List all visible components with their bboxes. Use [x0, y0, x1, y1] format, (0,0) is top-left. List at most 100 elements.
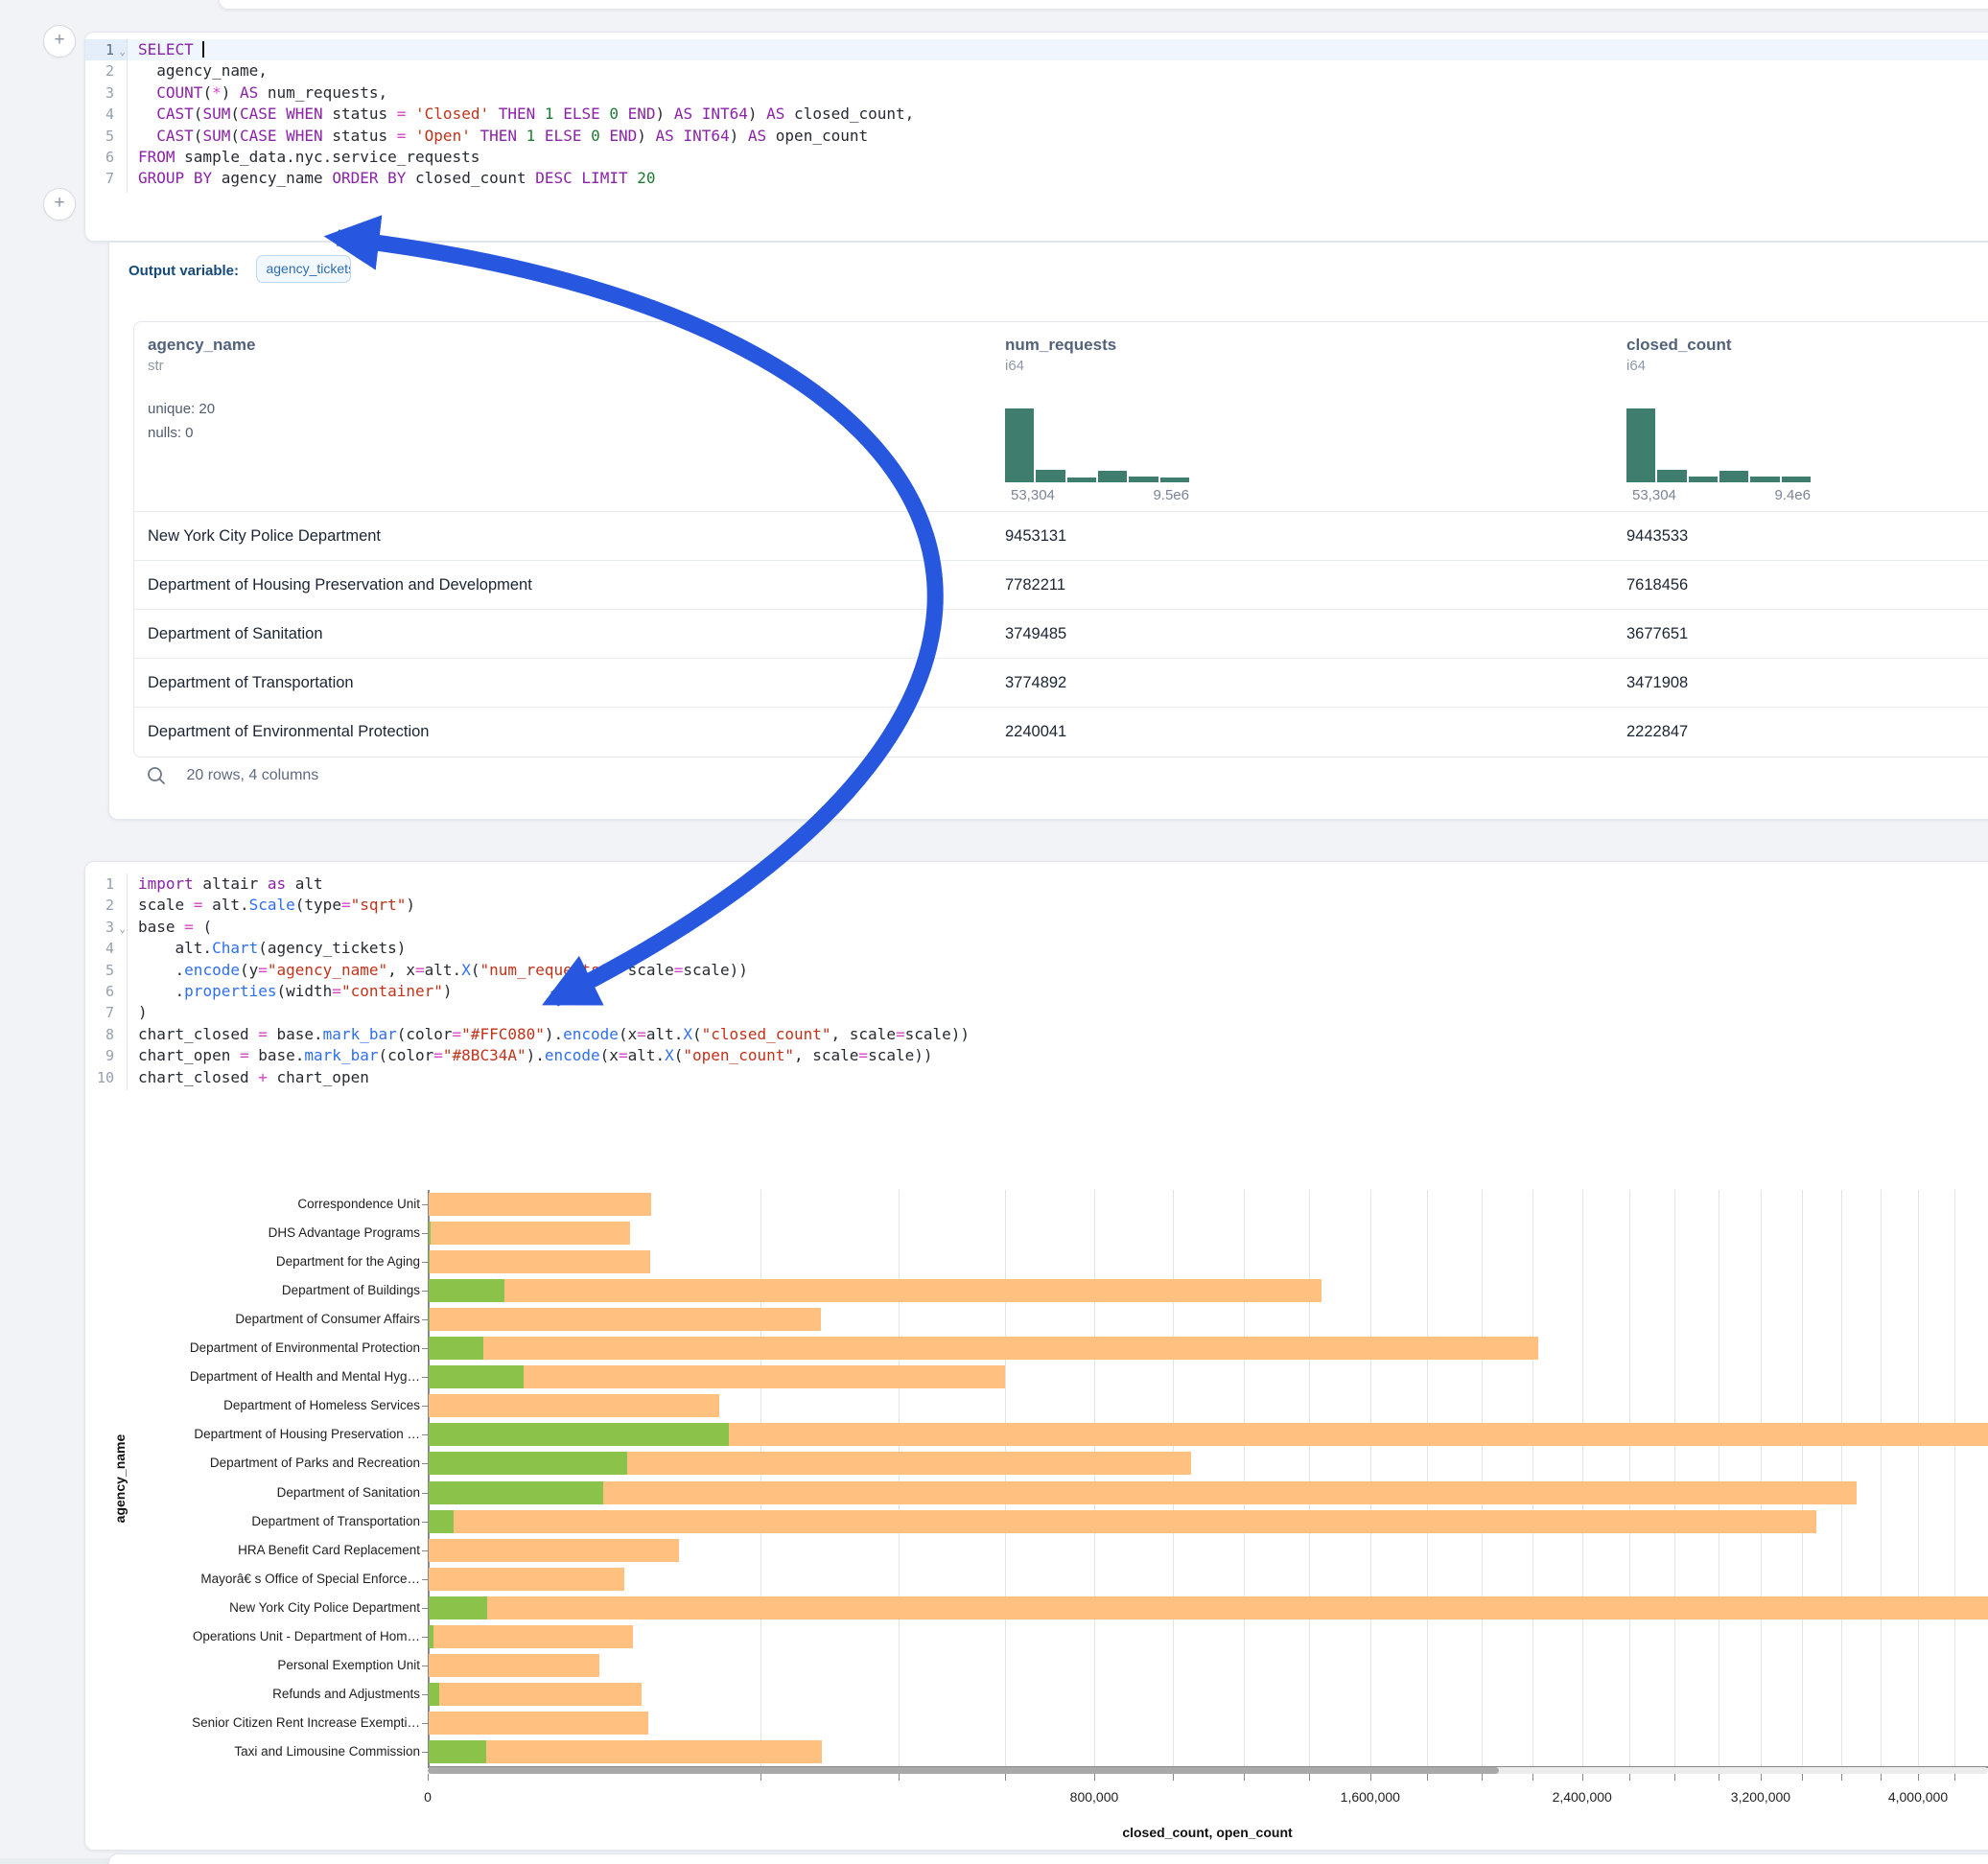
code-token: AS: [766, 105, 784, 123]
code-line[interactable]: chart_closed = base.mark_bar(color="#FFC…: [128, 1024, 1988, 1045]
code-line[interactable]: CAST(SUM(CASE WHEN status = 'Closed' THE…: [128, 104, 1988, 125]
code-token: Scale: [249, 896, 295, 914]
code-token: [277, 105, 287, 123]
code-token: (color: [378, 1046, 433, 1064]
text-cursor: [202, 41, 204, 58]
code-line[interactable]: SELECT: [128, 39, 1988, 60]
code-line[interactable]: GROUP BY agency_name ORDER BY closed_cou…: [128, 168, 1988, 189]
code-token: [535, 105, 545, 123]
python-code-editor[interactable]: import altair as altscale = alt.Scale(ty…: [128, 874, 1988, 1088]
code-token: X: [683, 1025, 692, 1043]
column-header-agency-name[interactable]: agency_name: [148, 336, 255, 355]
code-token: ): [730, 127, 748, 145]
output-variable-label: Output variable:: [129, 263, 239, 279]
code-token: "container": [341, 982, 443, 1000]
fold-chevron-icon[interactable]: ⌄: [119, 41, 126, 62]
code-line[interactable]: chart_open = base.mark_bar(color="#8BC34…: [128, 1045, 1988, 1066]
code-token: WHEN: [286, 105, 323, 123]
code-token: status: [323, 127, 397, 145]
code-token: [378, 169, 387, 187]
previous-cell-bottom-edge: [219, 0, 1988, 10]
code-token: alt.: [425, 961, 462, 979]
code-token: alt.: [138, 939, 212, 957]
code-token: "#8BC34A": [443, 1046, 526, 1064]
code-token: [619, 105, 628, 123]
code-line[interactable]: import altair as alt: [128, 874, 1988, 895]
code-token: INT64: [702, 105, 748, 123]
histogram-bar: [1098, 471, 1127, 482]
add-cell-button[interactable]: +: [43, 188, 76, 221]
code-token: CAST: [156, 105, 194, 123]
code-line[interactable]: base = (: [128, 917, 1988, 938]
column-type: i64: [1626, 358, 1732, 374]
x-axis-title: closed_count, open_count: [1016, 1825, 1399, 1840]
code-line[interactable]: alt.Chart(agency_tickets): [128, 938, 1988, 959]
line-number: 4: [85, 104, 127, 125]
code-token: BY: [194, 169, 212, 187]
code-token: (: [230, 105, 240, 123]
code-line[interactable]: COUNT(*) AS num_requests,: [128, 82, 1988, 104]
code-token: (: [692, 1025, 702, 1043]
chart-scrollbar-thumb[interactable]: [428, 1767, 1499, 1774]
table-row[interactable]: Department of Housing Preservation and D…: [134, 560, 1988, 609]
code-token: [581, 127, 591, 145]
code-line[interactable]: CAST(SUM(CASE WHEN status = 'Open' THEN …: [128, 126, 1988, 147]
code-line[interactable]: FROM sample_data.nyc.service_requests: [128, 147, 1988, 168]
next-cell-top-edge: [108, 1853, 1988, 1864]
add-cell-button[interactable]: +: [43, 25, 76, 58]
line-number: 1: [85, 874, 127, 895]
line-number: 2: [85, 895, 127, 916]
code-token: AS: [748, 127, 766, 145]
code-token: closed_count: [406, 169, 535, 187]
code-token: INT64: [683, 127, 729, 145]
code-token: SELECT: [138, 40, 194, 58]
table-row[interactable]: Department of Environmental Protection22…: [134, 707, 1988, 756]
code-token: 0: [609, 105, 619, 123]
column-header-num-requests[interactable]: num_requests: [1005, 336, 1116, 355]
code-line[interactable]: .encode(y="agency_name", x=alt.X("num_re…: [128, 960, 1988, 981]
code-token: "sqrt": [351, 896, 407, 914]
code-token: import: [138, 874, 194, 893]
histogram-bar: [1689, 477, 1718, 482]
code-token: (: [674, 1046, 684, 1064]
code-token: X: [461, 961, 471, 979]
code-token: (type: [295, 896, 341, 914]
column-meta-unique: unique: 20: [148, 397, 255, 421]
code-token: WHEN: [286, 127, 323, 145]
histogram-bar: [1160, 478, 1189, 482]
column-type: str: [148, 358, 255, 374]
line-number: 8: [85, 1024, 127, 1045]
code-token: scale)): [868, 1046, 932, 1064]
table-row[interactable]: Department of Sanitation37494853677651: [134, 609, 1988, 658]
column-header-closed-count[interactable]: closed_count: [1626, 336, 1732, 355]
code-token: (x: [600, 1046, 619, 1064]
code-token: 1: [526, 127, 536, 145]
fold-chevron-icon[interactable]: ⌄: [119, 919, 126, 940]
code-line[interactable]: chart_closed + chart_open: [128, 1067, 1988, 1088]
code-token: ELSE: [545, 127, 582, 145]
output-variable-chip[interactable]: agency_tickets: [256, 255, 351, 283]
code-line[interactable]: ): [128, 1002, 1988, 1023]
line-number: 3: [85, 82, 127, 104]
code-token: LIMIT: [581, 169, 627, 187]
sql-code-editor[interactable]: SELECT agency_name, COUNT(*) AS num_requ…: [128, 39, 1988, 190]
code-token: mark_bar: [304, 1046, 378, 1064]
code-token: (: [194, 127, 203, 145]
code-line[interactable]: scale = alt.Scale(type="sqrt"): [128, 895, 1988, 916]
code-token: Chart: [212, 939, 258, 957]
code-line[interactable]: agency_name,: [128, 60, 1988, 82]
code-token: THEN: [499, 105, 536, 123]
code-token: SUM: [202, 127, 230, 145]
code-line[interactable]: .properties(width="container"): [128, 981, 1988, 1002]
agency-name-cell: Department of Transportation: [148, 659, 354, 707]
agency-name-cell: Department of Housing Preservation and D…: [148, 561, 532, 609]
table-row[interactable]: New York City Police Department945313194…: [134, 511, 1988, 560]
code-token: .: [138, 961, 184, 979]
chart-scrollbar-track[interactable]: [428, 1767, 1988, 1774]
closed-count-cell: 9443533: [1626, 512, 1688, 560]
closed-count-cell: 7618456: [1626, 561, 1688, 609]
code-token: "closed_count": [702, 1025, 831, 1043]
code-token: =: [194, 896, 203, 914]
table-row[interactable]: Department of Transportation377489234719…: [134, 658, 1988, 707]
search-icon[interactable]: [146, 765, 167, 786]
